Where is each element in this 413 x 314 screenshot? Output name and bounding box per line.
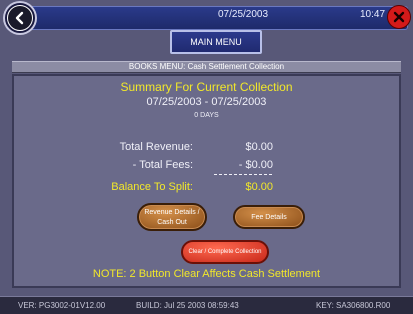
total-fees-label: - Total Fees: bbox=[132, 159, 193, 171]
revenue-details-button[interactable]: Revenue Details / Cash Out bbox=[137, 203, 207, 231]
total-fees-value: - $0.00 bbox=[238, 159, 273, 171]
back-arrow-icon bbox=[8, 6, 32, 30]
days-count: 0 DAYS bbox=[194, 112, 219, 119]
header-date: 07/25/2003 bbox=[218, 9, 269, 20]
main-menu-button[interactable]: MAIN MENU bbox=[170, 30, 262, 54]
top-bar bbox=[6, 6, 408, 30]
revenue-details-label-line1: Revenue Details / bbox=[144, 208, 200, 216]
breadcrumb: BOOKS MENU: Cash Settlement Collection bbox=[12, 61, 401, 73]
fee-details-button[interactable]: Fee Details bbox=[233, 205, 305, 229]
header-time: 10:47 bbox=[360, 9, 386, 20]
version-text: VER: PG3002-01V12.00 bbox=[18, 301, 106, 310]
fee-details-label: Fee Details bbox=[251, 213, 287, 221]
settlement-note: NOTE: 2 Button Clear Affects Cash Settle… bbox=[92, 268, 321, 280]
revenue-details-label-line2: Cash Out bbox=[157, 218, 187, 226]
close-icon bbox=[393, 11, 405, 23]
status-footer: VER: PG3002-01V12.00 BUILD: Jul 25 2003 … bbox=[0, 296, 413, 314]
close-button[interactable] bbox=[387, 5, 411, 29]
sum-divider bbox=[214, 174, 272, 175]
build-text: BUILD: Jul 25 2003 08:59:43 bbox=[136, 301, 239, 310]
clear-complete-label: Clear / Complete Collection bbox=[188, 249, 262, 255]
balance-value: $0.00 bbox=[245, 181, 273, 193]
total-revenue-value: $0.00 bbox=[245, 141, 273, 153]
clear-complete-collection-button[interactable]: Clear / Complete Collection bbox=[181, 240, 269, 264]
back-button[interactable] bbox=[5, 3, 35, 33]
total-revenue-label: Total Revenue: bbox=[119, 141, 193, 153]
summary-title: Summary For Current Collection bbox=[120, 80, 293, 94]
date-range: 07/25/2003 - 07/25/2003 bbox=[146, 96, 267, 108]
key-text: KEY: SA306800.R00 bbox=[316, 301, 391, 310]
balance-label: Balance To Split: bbox=[111, 181, 193, 193]
